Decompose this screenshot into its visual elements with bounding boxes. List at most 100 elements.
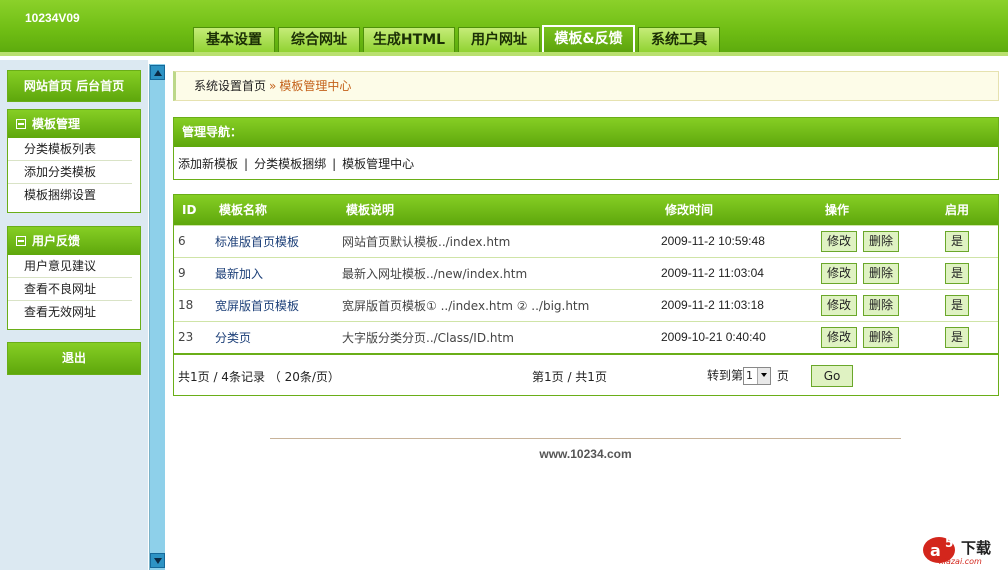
delete-button[interactable]: 删除: [863, 230, 900, 252]
link-category-binding[interactable]: 分类模板捆绑: [254, 157, 326, 171]
pagination: 共1页 / 4条记录 （ 20条/页） 第1页 / 共1页 转到第 1 页 Go: [174, 353, 998, 393]
svg-text:5: 5: [945, 536, 953, 550]
col-enabled: 启用: [945, 195, 998, 225]
link-divider: |: [332, 157, 337, 171]
col-desc: 模板说明: [342, 195, 661, 225]
footer-divider: [270, 438, 901, 439]
table-row: 9 最新加入 最新入网址模板../new/index.htm 2009-11-2…: [174, 256, 998, 289]
sidebar-logout-box: 退出: [7, 342, 141, 375]
delete-button[interactable]: 删除: [863, 262, 900, 284]
row-desc: 宽屏版首页模板① ../index.htm ② ../big.htm: [342, 288, 661, 321]
row-enabled: 是: [945, 256, 998, 289]
row-name-cell: 宽屏版首页模板: [215, 288, 342, 321]
pager-goto: 转到第 1 页 Go: [707, 365, 854, 387]
table-row: 23 分类页 大字版分类分页../Class/ID.htm 2009-10-21…: [174, 320, 998, 353]
page-select[interactable]: 1: [743, 367, 772, 385]
enabled-toggle-button[interactable]: 是: [945, 230, 970, 252]
col-id: ID: [174, 195, 215, 225]
tab-generate-html[interactable]: 生成HTML: [363, 27, 455, 54]
footer-site: www.10234.com: [539, 447, 632, 461]
tab-sites[interactable]: 综合网址: [278, 27, 360, 54]
row-actions: 修改 删除: [821, 224, 945, 257]
home-links[interactable]: 网站首页 后台首页: [8, 71, 140, 101]
goto-suffix: 页: [776, 368, 789, 383]
sidebar-item-suggestions[interactable]: 用户意见建议: [8, 255, 132, 278]
delete-button[interactable]: 删除: [863, 326, 900, 348]
sidebar-item-invalid-sites[interactable]: 查看无效网址: [8, 301, 132, 324]
chevron-down-icon: [757, 368, 771, 384]
sidebar-template-group: 模板管理 分类模板列表 添加分类模板 模板捆绑设置: [7, 109, 141, 213]
nav-panel: 管理导航： 添加新模板 | 分类模板捆绑 | 模板管理中心: [173, 117, 999, 180]
breadcrumb-separator: »: [269, 79, 277, 93]
brand-logo: 10234V09: [25, 11, 80, 25]
row-enabled: 是: [945, 288, 998, 321]
tab-template-feedback[interactable]: 模板&反馈: [542, 25, 635, 54]
feedback-group-header[interactable]: 用户反馈: [8, 227, 140, 255]
watermark-text: 下载: [961, 539, 992, 557]
row-time: 2009-10-21 0:40:40: [661, 320, 821, 353]
breadcrumb-current: 模板管理中心: [279, 79, 352, 93]
template-table-panel: ID 模板名称 模板说明 修改时间 操作 启用 6 标准版首页模板 网站首页默认…: [173, 194, 999, 396]
row-name-cell: 标准版首页模板: [215, 224, 342, 257]
row-time: 2009-11-2 11:03:04: [661, 256, 821, 289]
edit-button[interactable]: 修改: [821, 294, 858, 316]
table-row: 18 宽屏版首页模板 宽屏版首页模板① ../index.htm ② ../bi…: [174, 288, 998, 321]
sidebar-home-box: 网站首页 后台首页: [7, 70, 141, 102]
go-button[interactable]: Go: [810, 365, 854, 387]
template-group-title: 模板管理: [32, 117, 81, 131]
row-desc: 网站首页默认模板../index.htm: [342, 224, 661, 257]
sidebar-item-add-template[interactable]: 添加分类模板: [8, 161, 132, 184]
enabled-toggle-button[interactable]: 是: [945, 326, 970, 348]
tab-basic-settings[interactable]: 基本设置: [193, 27, 275, 54]
link-template-center[interactable]: 模板管理中心: [342, 157, 414, 171]
goto-prefix: 转到第: [707, 368, 744, 383]
enabled-toggle-button[interactable]: 是: [945, 262, 970, 284]
row-id: 9: [174, 256, 215, 289]
row-actions: 修改 删除: [821, 288, 945, 321]
scroll-up-arrow-icon[interactable]: [150, 65, 165, 80]
edit-button[interactable]: 修改: [821, 326, 858, 348]
sidebar-scrollbar[interactable]: [149, 64, 165, 570]
table-header-row: ID 模板名称 模板说明 修改时间 操作 启用: [174, 195, 998, 225]
col-time: 修改时间: [661, 195, 821, 225]
delete-button[interactable]: 删除: [863, 294, 900, 316]
watermark-logo: a 5 下载 xiazai.com: [921, 533, 1001, 567]
link-divider: |: [244, 157, 249, 171]
pager-position: 第1页 / 共1页: [532, 370, 607, 384]
table-row: 6 标准版首页模板 网站首页默认模板../index.htm 2009-11-2…: [174, 224, 998, 257]
edit-button[interactable]: 修改: [821, 230, 858, 252]
template-name-link[interactable]: 分类页: [215, 331, 251, 345]
scroll-down-arrow-icon[interactable]: [150, 553, 165, 568]
template-name-link[interactable]: 宽屏版首页模板: [215, 299, 299, 313]
breadcrumb-root[interactable]: 系统设置首页: [194, 79, 266, 93]
row-desc: 最新入网址模板../new/index.htm: [342, 256, 661, 289]
sidebar-item-template-list[interactable]: 分类模板列表: [8, 138, 132, 161]
row-actions: 修改 删除: [821, 320, 945, 353]
template-group-header[interactable]: 模板管理: [8, 110, 140, 138]
template-name-link[interactable]: 标准版首页模板: [215, 235, 299, 249]
template-name-link[interactable]: 最新加入: [215, 267, 263, 281]
sidebar: 网站首页 后台首页 模板管理 分类模板列表 添加分类模板 模板捆绑设置 用户反馈…: [0, 60, 148, 570]
header-divider: [0, 52, 1008, 56]
row-id: 18: [174, 288, 215, 321]
row-actions: 修改 删除: [821, 256, 945, 289]
edit-button[interactable]: 修改: [821, 262, 858, 284]
watermark-sub: xiazai.com: [939, 557, 982, 566]
link-add-template[interactable]: 添加新模板: [178, 157, 238, 171]
row-time: 2009-11-2 10:59:48: [661, 224, 821, 257]
nav-links: 添加新模板 | 分类模板捆绑 | 模板管理中心: [174, 147, 998, 180]
row-id: 6: [174, 224, 215, 257]
tab-user-sites[interactable]: 用户网址: [458, 27, 540, 54]
logout-button[interactable]: 退出: [8, 343, 140, 374]
row-name-cell: 最新加入: [215, 256, 342, 289]
enabled-toggle-button[interactable]: 是: [945, 294, 970, 316]
collapse-icon: [16, 236, 26, 246]
col-name: 模板名称: [215, 195, 342, 225]
page-select-value: 1: [746, 369, 754, 382]
sidebar-item-template-binding[interactable]: 模板捆绑设置: [8, 184, 132, 207]
tab-system-tools[interactable]: 系统工具: [638, 27, 720, 54]
row-id: 23: [174, 320, 215, 353]
sidebar-item-bad-sites[interactable]: 查看不良网址: [8, 278, 132, 301]
row-enabled: 是: [945, 320, 998, 353]
pager-summary: 共1页 / 4条记录 （ 20条/页）: [178, 370, 340, 384]
